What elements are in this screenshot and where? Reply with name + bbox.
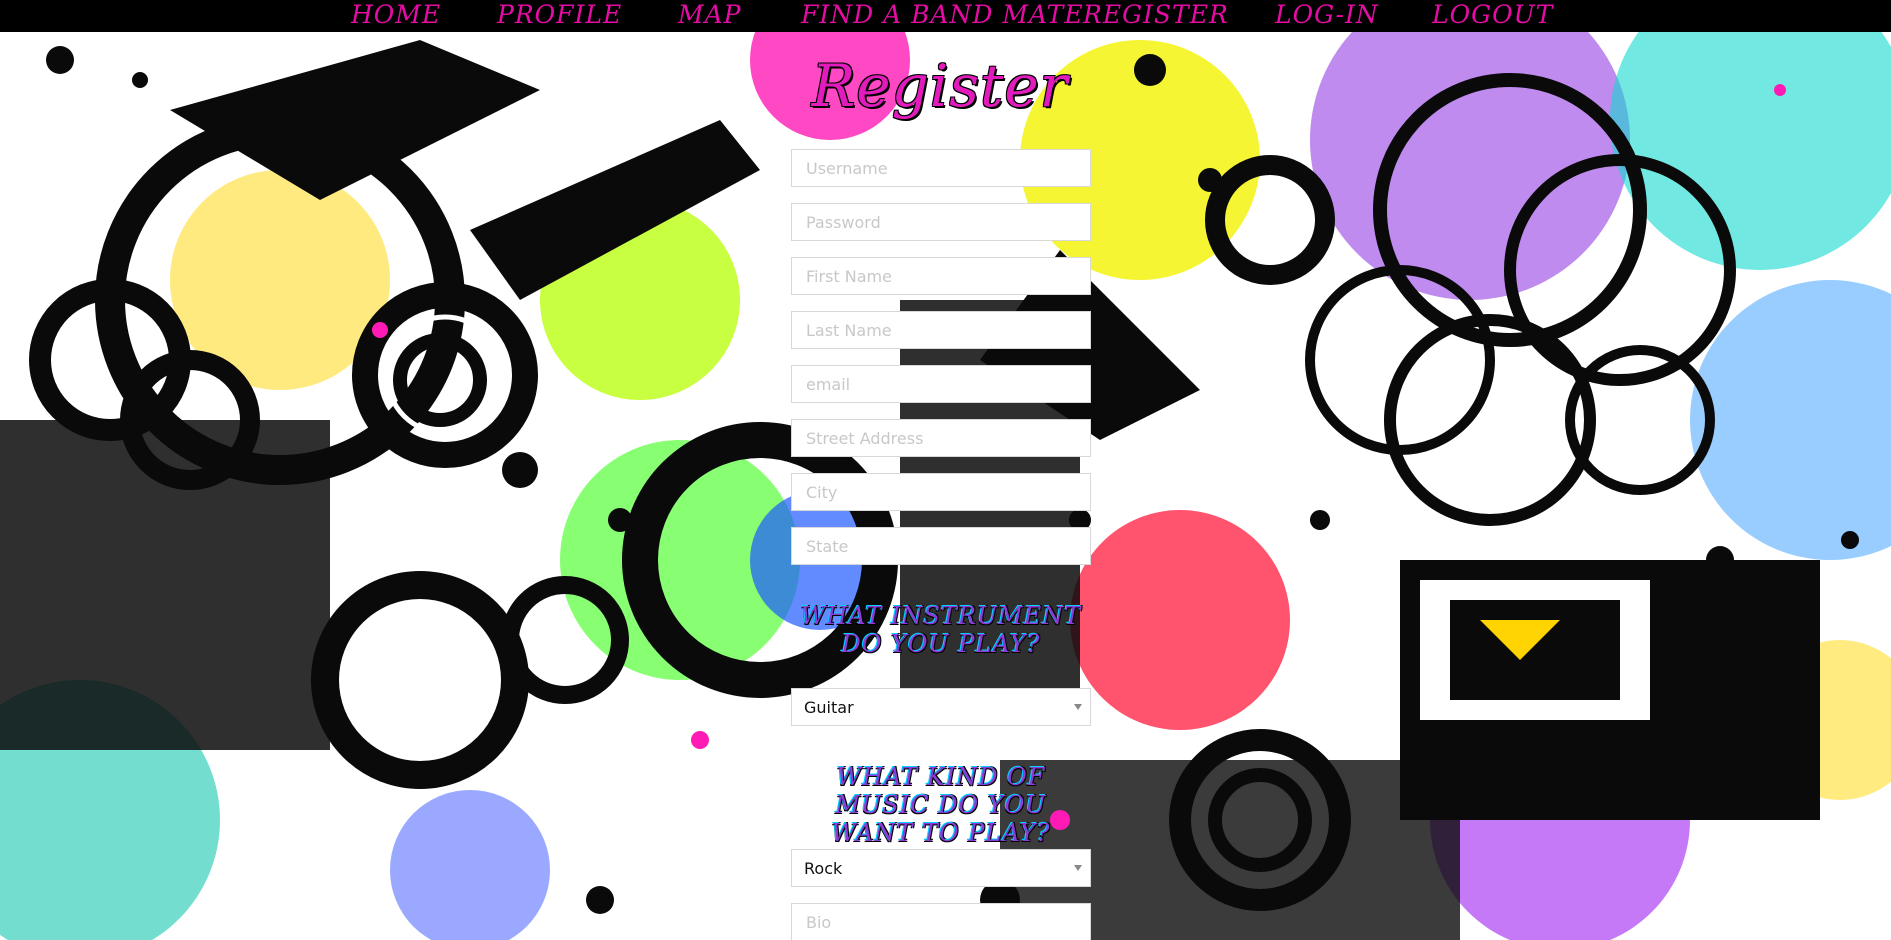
instrument-selected-value: Guitar [804, 698, 854, 717]
instrument-select[interactable]: Guitar [791, 688, 1091, 726]
last-name-input[interactable] [791, 311, 1091, 349]
genre-selected-value: Rock [804, 859, 843, 878]
genre-question: What kind of music do you want to play? [831, 763, 1051, 847]
page-title: Register [811, 52, 1069, 120]
password-input[interactable] [791, 203, 1091, 241]
nav-map-link[interactable]: MAP [678, 0, 741, 32]
city-input[interactable] [791, 473, 1091, 511]
username-input[interactable] [791, 149, 1091, 187]
chevron-down-icon [1074, 865, 1082, 871]
nav-profile-link[interactable]: PROFILE [497, 0, 622, 32]
nav-find-band-mate-link[interactable]: FIND A BAND MATE [801, 0, 1084, 32]
nav-login-link[interactable]: LOG-IN [1275, 0, 1379, 32]
chevron-down-icon [1074, 704, 1082, 710]
instrument-question: What instrument do you play? [800, 602, 1082, 658]
street-address-input[interactable] [791, 419, 1091, 457]
email-input[interactable] [791, 365, 1091, 403]
nav-logout-link[interactable]: LOGOUT [1432, 0, 1553, 32]
first-name-input[interactable] [791, 257, 1091, 295]
top-nav: HOME PROFILE MAP FIND A BAND MATE REGIST… [0, 0, 1891, 32]
nav-home-link[interactable]: HOME [351, 0, 441, 32]
nav-register-link[interactable]: REGISTER [1083, 0, 1229, 32]
genre-select[interactable]: Rock [791, 849, 1091, 887]
state-input[interactable] [791, 527, 1091, 565]
bio-input[interactable] [791, 903, 1091, 940]
